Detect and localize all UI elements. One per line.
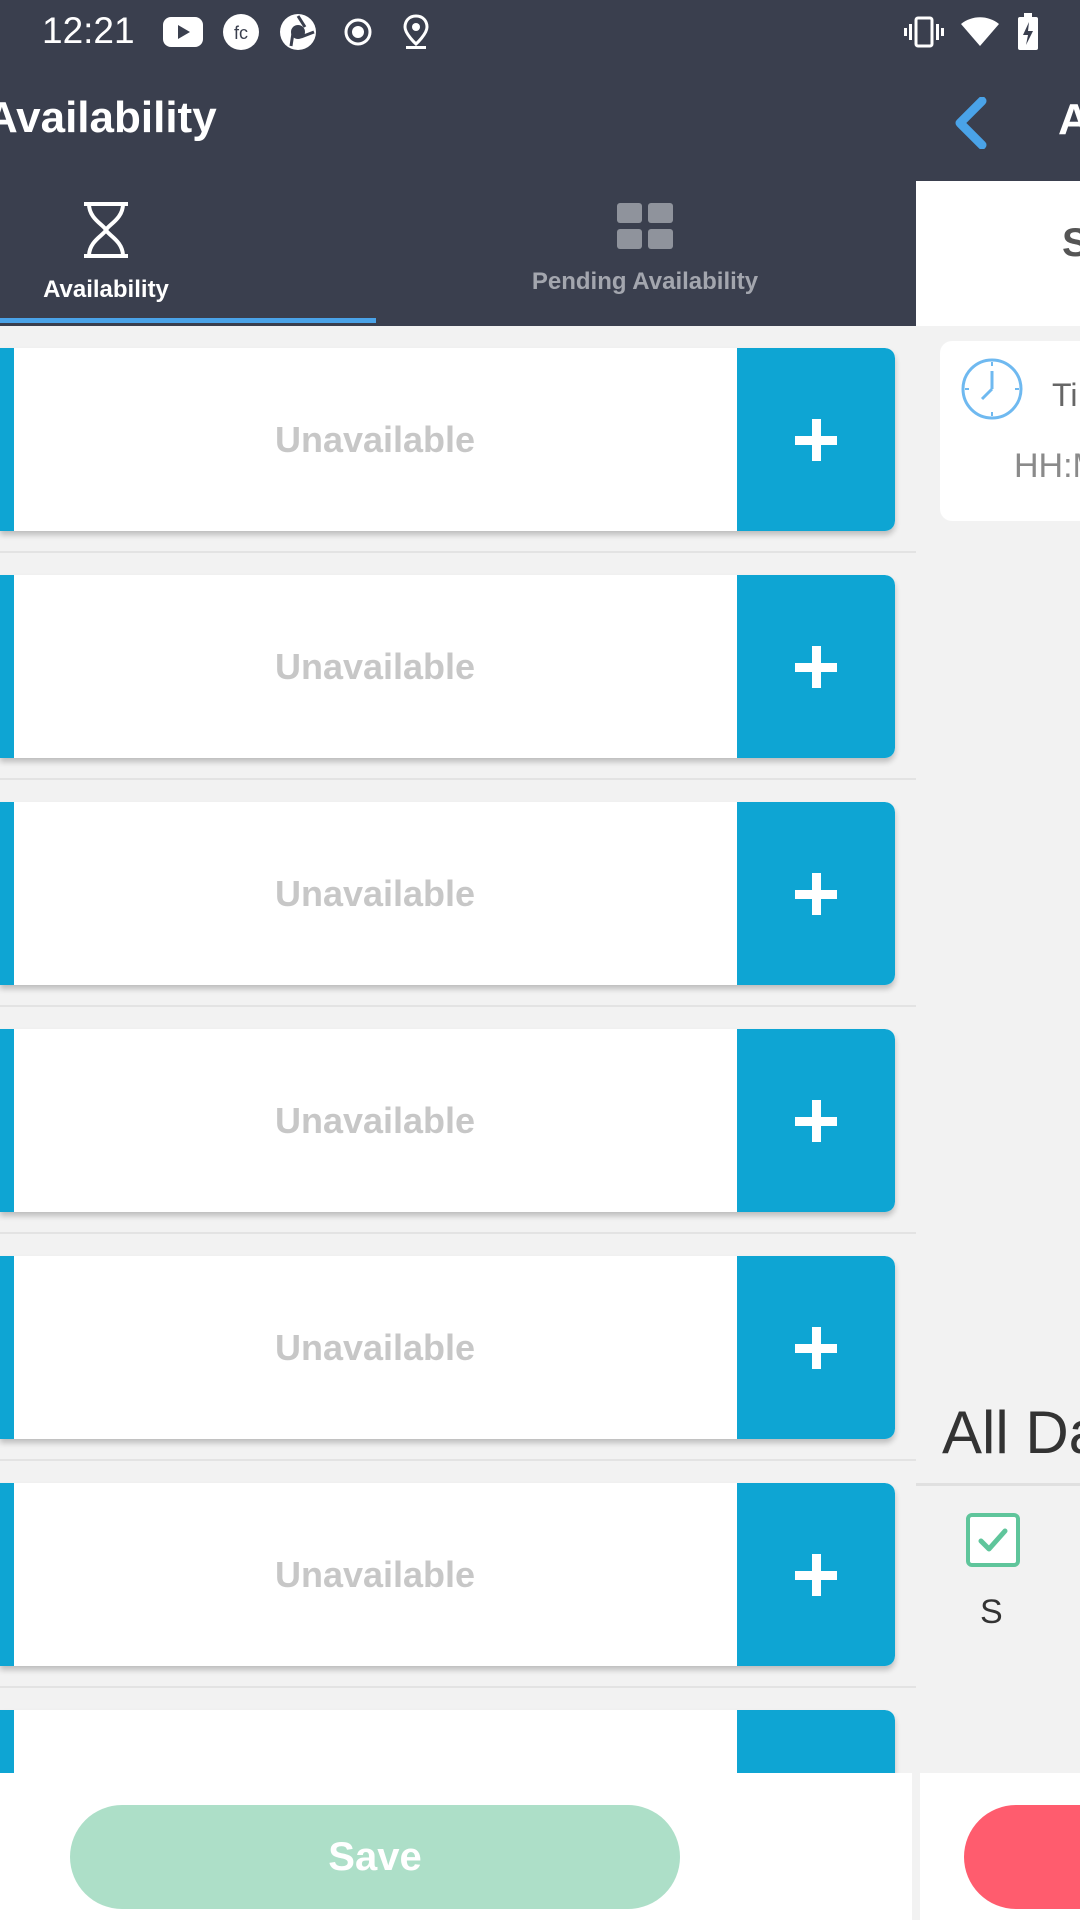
save-button[interactable]: Save bbox=[70, 1805, 680, 1909]
plus-icon bbox=[795, 418, 837, 461]
availability-slot-card[interactable]: Unavailable bbox=[0, 348, 895, 531]
availability-slot-card[interactable]: Unavailable bbox=[0, 575, 895, 758]
tab-availability[interactable]: Availability bbox=[0, 181, 212, 326]
hourglass-icon bbox=[80, 201, 132, 264]
right-header-text: S bbox=[1062, 221, 1080, 265]
availability-slot-card[interactable]: Unavailable bbox=[0, 1256, 895, 1439]
right-page-title: A bbox=[1058, 95, 1080, 144]
slot-accent-stripe bbox=[0, 348, 14, 531]
add-slot-button[interactable] bbox=[737, 348, 895, 531]
plus-icon bbox=[795, 1553, 837, 1596]
tab-pending-availability-label: Pending Availability bbox=[531, 268, 759, 295]
record-icon bbox=[342, 14, 374, 50]
tab-pending-availability[interactable]: Pending Availability bbox=[510, 181, 780, 326]
availability-panel: Availability Availability Pending Availa… bbox=[0, 63, 916, 1920]
slot-status-label: Unavailable bbox=[274, 645, 476, 687]
slot-accent-stripe bbox=[0, 1029, 14, 1212]
slot-status-label: Unavailable bbox=[274, 1099, 476, 1141]
slot-accent-stripe bbox=[0, 802, 14, 985]
availability-slot-card[interactable]: Unavailable bbox=[0, 1029, 895, 1212]
day-letter-label: S bbox=[980, 1593, 1003, 1631]
add-slot-button[interactable] bbox=[737, 1256, 895, 1439]
clock-icon bbox=[960, 357, 1024, 426]
plus-icon bbox=[795, 872, 837, 915]
list-item: Unavailable bbox=[0, 553, 916, 780]
slot-status-label: Unavailable bbox=[274, 872, 476, 914]
list-item: Unavailable bbox=[0, 326, 916, 553]
fc-app-icon: fc bbox=[221, 14, 261, 50]
active-tab-indicator bbox=[0, 318, 376, 323]
availability-slot-card[interactable]: Unavailable bbox=[0, 802, 895, 985]
plus-icon bbox=[795, 1099, 837, 1142]
slot-accent-stripe bbox=[0, 575, 14, 758]
youtube-icon bbox=[162, 14, 204, 50]
add-slot-button[interactable] bbox=[737, 1029, 895, 1212]
tab-bar: Availability Pending Availability bbox=[0, 181, 916, 326]
slot-accent-stripe bbox=[0, 1483, 14, 1666]
divider bbox=[916, 1483, 1080, 1486]
time-field-label: Ti bbox=[1052, 377, 1078, 413]
all-day-heading: All Da bbox=[942, 1399, 1080, 1466]
status-time: 12:21 bbox=[42, 10, 135, 51]
edit-availability-panel: A S Ti HH:M All Da S bbox=[916, 63, 1080, 1920]
slot-status-label: Unavailable bbox=[274, 1553, 476, 1595]
delete-button[interactable] bbox=[964, 1805, 1080, 1909]
slot-accent-stripe bbox=[0, 1256, 14, 1439]
wifi-icon bbox=[960, 14, 1000, 50]
list-item: Unavailable bbox=[0, 1007, 916, 1234]
status-bar: 12:21 fc bbox=[0, 0, 1080, 63]
list-item: Unavailable bbox=[0, 1461, 916, 1688]
add-slot-button[interactable] bbox=[737, 1483, 895, 1666]
grid-icon bbox=[617, 203, 673, 256]
vibrate-icon bbox=[904, 14, 944, 50]
availability-slot-card[interactable]: Unavailable bbox=[0, 1483, 895, 1666]
plus-icon bbox=[795, 645, 837, 688]
plus-icon bbox=[795, 1326, 837, 1369]
battery-charging-icon bbox=[1016, 13, 1040, 50]
right-app-bar: A bbox=[916, 63, 1080, 181]
add-slot-button[interactable] bbox=[737, 802, 895, 985]
location-icon bbox=[400, 14, 432, 50]
checkmark-icon bbox=[976, 1523, 1010, 1562]
slot-status-label: Unavailable bbox=[274, 1326, 476, 1368]
right-bottom-bar bbox=[920, 1773, 1080, 1920]
tab-availability-label: Availability bbox=[43, 276, 169, 303]
list-item: Unavailable bbox=[0, 1234, 916, 1461]
add-slot-button[interactable] bbox=[737, 575, 895, 758]
shutter-app-icon bbox=[278, 14, 318, 50]
list-item: Unavailable bbox=[0, 780, 916, 1007]
page-title: Availability bbox=[0, 93, 217, 142]
panel-separator bbox=[912, 1773, 920, 1920]
bottom-action-bar: Save bbox=[0, 1773, 912, 1920]
time-field-card[interactable]: Ti HH:M bbox=[940, 341, 1080, 521]
back-chevron-icon[interactable] bbox=[950, 96, 990, 154]
right-header: S bbox=[916, 181, 1080, 326]
day-checkbox[interactable] bbox=[966, 1513, 1020, 1567]
slot-status-label: Unavailable bbox=[274, 418, 476, 460]
app-bar: Availability bbox=[0, 63, 916, 181]
svg-text:fc: fc bbox=[234, 23, 248, 43]
time-field-placeholder: HH:M bbox=[1014, 447, 1080, 485]
